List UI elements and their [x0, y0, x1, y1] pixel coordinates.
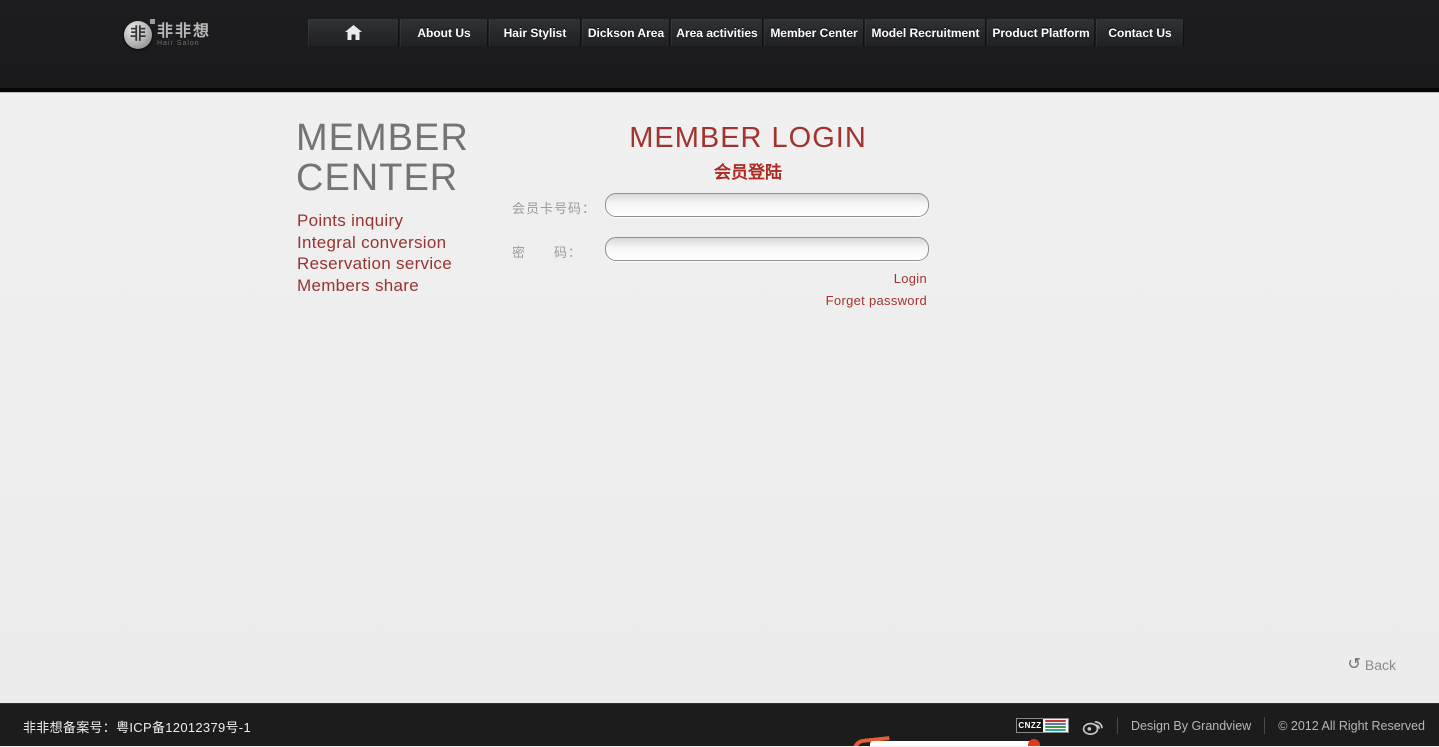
- password-row: 密 码：: [510, 237, 930, 261]
- footer-separator: [1117, 717, 1118, 734]
- page: 非 非非想 Hair Salon About Us Hair Stylist D…: [0, 0, 1439, 746]
- logo-text: 非非想 Hair Salon: [157, 23, 211, 48]
- design-credit: Design By Grandview: [1131, 719, 1251, 733]
- password-input[interactable]: [605, 237, 929, 261]
- member-center-menu: Points inquiry Integral conversion Reser…: [297, 210, 452, 296]
- header-divider: [0, 88, 1439, 93]
- login-button[interactable]: Login: [826, 268, 927, 290]
- link-reservation-service[interactable]: Reservation service: [297, 253, 452, 275]
- logo[interactable]: 非 非非想 Hair Salon: [124, 18, 211, 52]
- partial-widget-white-bar: [870, 741, 1038, 746]
- nav-item-product-platform[interactable]: Product Platform: [987, 19, 1095, 46]
- member-center-title-line2: CENTER: [296, 158, 469, 198]
- nav-item-dickson-area[interactable]: Dickson Area: [582, 19, 670, 46]
- home-icon: [345, 25, 362, 40]
- link-integral-conversion[interactable]: Integral conversion: [297, 232, 452, 254]
- login-title: MEMBER LOGIN: [629, 122, 867, 155]
- header: 非 非非想 Hair Salon About Us Hair Stylist D…: [0, 0, 1439, 88]
- partial-bottom-widget: [852, 734, 1052, 746]
- copyright-text: © 2012 All Right Reserved: [1278, 719, 1425, 733]
- login-subtitle: 会员登陆: [714, 158, 782, 183]
- login-actions: Login Forget password: [826, 268, 927, 312]
- cnzz-label: CNZZ: [1017, 719, 1043, 732]
- partial-bottom-widget-clip: [0, 734, 1439, 746]
- main-content: MEMBER CENTER Points inquiry Integral co…: [0, 94, 1439, 703]
- weibo-icon[interactable]: [1082, 717, 1104, 735]
- card-number-row: 会员卡号码：: [510, 193, 930, 217]
- nav-item-hair-stylist[interactable]: Hair Stylist: [489, 19, 581, 46]
- card-number-label: 会员卡号码：: [512, 198, 596, 217]
- nav-item-member-center[interactable]: Member Center: [764, 19, 864, 46]
- member-center-title-line1: MEMBER: [296, 118, 469, 158]
- password-label: 密 码：: [512, 242, 582, 261]
- cnzz-badge[interactable]: CNZZ: [1016, 718, 1069, 733]
- nav-item-model-recruitment[interactable]: Model Recruitment: [865, 19, 986, 46]
- forget-password-link[interactable]: Forget password: [826, 290, 927, 312]
- card-number-input[interactable]: [605, 193, 929, 217]
- logo-icon-char: 非: [130, 27, 146, 43]
- link-points-inquiry[interactable]: Points inquiry: [297, 210, 452, 232]
- logo-tagline: Hair Salon: [157, 40, 211, 48]
- back-rotate-icon: ↺: [1347, 657, 1360, 673]
- nav-home-button[interactable]: [308, 19, 399, 46]
- nav-item-about-us[interactable]: About Us: [400, 19, 488, 46]
- nav-item-contact-us[interactable]: Contact Us: [1096, 19, 1184, 46]
- logo-name: 非非想: [157, 23, 211, 40]
- main-nav: About Us Hair Stylist Dickson Area Area …: [308, 19, 1185, 46]
- back-label: Back: [1365, 657, 1396, 673]
- back-button[interactable]: ↺ Back: [1347, 657, 1396, 673]
- link-members-share[interactable]: Members share: [297, 275, 452, 297]
- cnzz-stripes: [1043, 719, 1068, 732]
- logo-dot: [150, 19, 155, 24]
- nav-item-area-activities[interactable]: Area activities: [671, 19, 763, 46]
- member-center-title: MEMBER CENTER: [296, 118, 469, 198]
- feifeixiang-logo-icon: 非: [124, 21, 152, 49]
- footer-separator: [1264, 717, 1265, 734]
- partial-widget-orange-dot: [1028, 739, 1040, 746]
